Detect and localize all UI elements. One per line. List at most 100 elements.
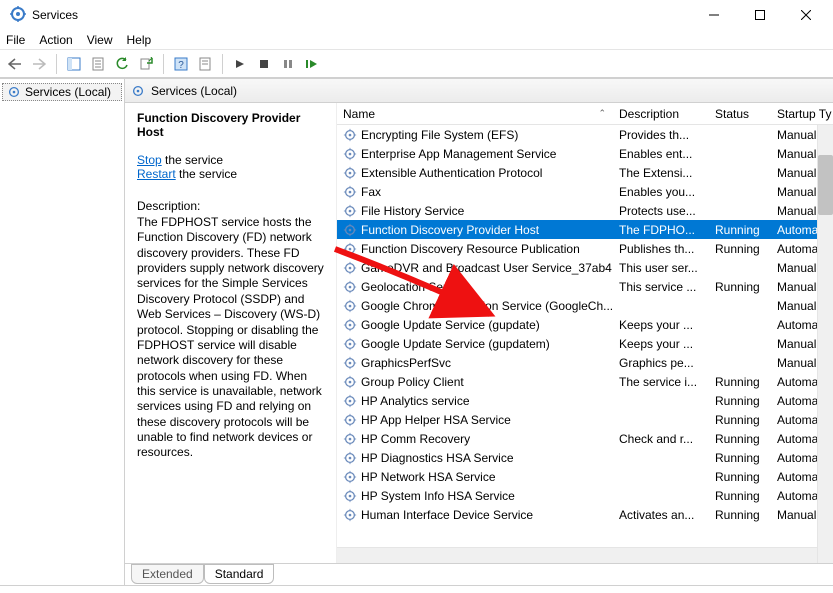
tree-pane: Services (Local) [0, 79, 125, 585]
service-name: Group Policy Client [361, 375, 464, 389]
service-row[interactable]: Google Update Service (gupdatem) Keeps yo… [337, 334, 833, 353]
horizontal-scrollbar[interactable] [337, 547, 833, 563]
help-topics-button[interactable] [194, 53, 216, 75]
tree-item-services-local[interactable]: Services (Local) [2, 83, 122, 101]
menu-action[interactable]: Action [39, 33, 72, 47]
properties-button[interactable] [87, 53, 109, 75]
view-tabs: Extended Standard [125, 563, 833, 585]
service-name: Google Update Service (gupdatem) [361, 337, 550, 351]
pane-header: Services (Local) [125, 79, 833, 103]
service-name: HP Analytics service [361, 394, 470, 408]
service-row[interactable]: HP Network HSA ServiceRunningAutomat [337, 467, 833, 486]
status-bar [0, 585, 833, 593]
service-row[interactable]: GraphicsPerfSvcGraphics pe...Manual ( [337, 353, 833, 372]
stop-service-link[interactable]: Stop [137, 153, 162, 167]
service-gear-icon [343, 242, 357, 256]
separator [163, 54, 164, 74]
service-description: Keeps your ... [613, 318, 709, 332]
column-name[interactable]: Name⌃ [337, 107, 613, 121]
separator [56, 54, 57, 74]
service-row[interactable]: Enterprise App Management Service Enables… [337, 144, 833, 163]
restart-service-link[interactable]: Restart [137, 167, 176, 181]
services-app-icon [10, 6, 26, 25]
sort-indicator-icon: ⌃ [598, 108, 606, 119]
main-content: Services (Local) Services (Local) Functi… [0, 78, 833, 585]
service-gear-icon [343, 451, 357, 465]
column-status[interactable]: Status [709, 107, 771, 121]
titlebar: Services [0, 0, 833, 30]
stop-service-button[interactable] [253, 53, 275, 75]
service-status: Running [709, 413, 771, 427]
back-button[interactable] [4, 53, 26, 75]
service-gear-icon [343, 280, 357, 294]
scroll-thumb[interactable] [818, 155, 833, 215]
service-gear-icon [343, 299, 357, 313]
service-row[interactable]: HP Diagnostics HSA ServiceRunningAutomat [337, 448, 833, 467]
service-row[interactable]: Encrypting File System (EFS)Provides th.… [337, 125, 833, 144]
menu-view[interactable]: View [87, 33, 113, 47]
service-row[interactable]: File History ServiceProtects use...Manua… [337, 201, 833, 220]
service-name: Enterprise App Management Service [361, 147, 556, 161]
service-gear-icon [343, 318, 357, 332]
list-header: Name⌃ Description Status Startup Ty [337, 103, 833, 125]
service-name: Encrypting File System (EFS) [361, 128, 518, 142]
service-row[interactable]: Group Policy ClientThe service i...Runni… [337, 372, 833, 391]
refresh-button[interactable] [111, 53, 133, 75]
service-description: Activates an... [613, 508, 709, 522]
service-row[interactable]: Geolocation ServiceThis service ...Runni… [337, 277, 833, 296]
service-list: Name⌃ Description Status Startup Ty Encr… [337, 103, 833, 563]
maximize-button[interactable] [737, 0, 783, 30]
service-description: Enables ent... [613, 147, 709, 161]
service-gear-icon [343, 470, 357, 484]
close-button[interactable] [783, 0, 829, 30]
show-hide-tree-button[interactable] [63, 53, 85, 75]
service-status: Running [709, 432, 771, 446]
pause-service-button[interactable] [277, 53, 299, 75]
service-gear-icon [343, 185, 357, 199]
service-row[interactable]: HP Comm RecoveryCheck and r...RunningAut… [337, 429, 833, 448]
tab-standard[interactable]: Standard [204, 564, 275, 584]
column-description[interactable]: Description [613, 107, 709, 121]
menubar: File Action View Help [0, 30, 833, 50]
service-status: Running [709, 489, 771, 503]
menu-help[interactable]: Help [127, 33, 152, 47]
service-row[interactable]: HP System Info HSA ServiceRunningAutomat [337, 486, 833, 505]
service-row[interactable]: Function Discovery Provider HostThe FDPH… [337, 220, 833, 239]
service-gear-icon [343, 508, 357, 522]
services-icon [7, 85, 21, 99]
service-row[interactable]: HP App Helper HSA ServiceRunningAutomat [337, 410, 833, 429]
service-gear-icon [343, 147, 357, 161]
service-status: Running [709, 451, 771, 465]
vertical-scrollbar[interactable] [817, 125, 833, 563]
services-icon [131, 84, 145, 98]
restart-service-button[interactable] [301, 53, 323, 75]
service-row[interactable]: Google Update Service (gupdate)Keeps you… [337, 315, 833, 334]
forward-button[interactable] [28, 53, 50, 75]
service-description: Graphics pe... [613, 356, 709, 370]
service-row[interactable]: Google Chrome Elevation Service (GoogleC… [337, 296, 833, 315]
start-service-button[interactable] [229, 53, 251, 75]
service-detail-panel: Function Discovery Provider Host Stop th… [125, 103, 337, 563]
service-description: Keeps your ... [613, 337, 709, 351]
service-row[interactable]: Extensible Authentication ProtocolThe Ex… [337, 163, 833, 182]
window-title: Services [32, 8, 78, 22]
service-row[interactable]: Function Discovery Resource PublicationP… [337, 239, 833, 258]
export-list-button[interactable] [135, 53, 157, 75]
service-name: HP Network HSA Service [361, 470, 496, 484]
service-status: Running [709, 280, 771, 294]
service-row[interactable]: FaxEnables you...Manual [337, 182, 833, 201]
service-row[interactable]: Human Interface Device ServiceActivates … [337, 505, 833, 524]
menu-file[interactable]: File [6, 33, 25, 47]
tab-extended[interactable]: Extended [131, 564, 204, 584]
service-gear-icon [343, 432, 357, 446]
service-name: HP Comm Recovery [361, 432, 470, 446]
service-row[interactable]: HP Analytics serviceRunningAutomat [337, 391, 833, 410]
service-name: Function Discovery Provider Host [361, 223, 539, 237]
minimize-button[interactable] [691, 0, 737, 30]
service-row[interactable]: GameDVR and Broadcast User Service_37ab4… [337, 258, 833, 277]
column-startup-type[interactable]: Startup Ty [771, 107, 833, 121]
help-button[interactable]: ? [170, 53, 192, 75]
service-status: Running [709, 242, 771, 256]
service-name: Extensible Authentication Protocol [361, 166, 542, 180]
service-description: This service ... [613, 280, 709, 294]
